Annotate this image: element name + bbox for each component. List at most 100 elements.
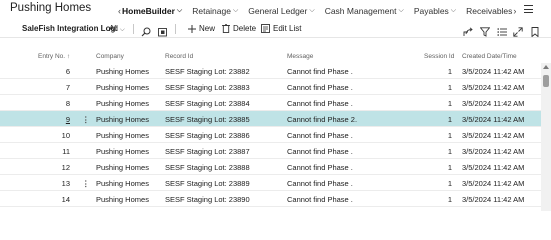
cell-record-id: SESF Staging Lot: 23888 [165, 163, 250, 172]
row-actions-icon[interactable]: ⋮ [82, 179, 90, 188]
cell-session-id: 1 [447, 99, 452, 108]
edit-list-button-label: Edit List [273, 24, 302, 33]
cell-company: Pushing Homes [96, 83, 149, 92]
table-row[interactable]: 14 Pushing Homes SESF Staging Lot: 23890 Ca… [0, 191, 541, 207]
edit-list-icon [261, 24, 270, 33]
cell-entry-no[interactable]: 13 [40, 179, 70, 188]
cell-entry-no[interactable]: 7 [40, 83, 70, 92]
cell-company: Pushing Homes [96, 131, 149, 140]
table-row[interactable]: 13 Pushing Homes SESF Staging Lot: 23889 Ca… [0, 175, 541, 191]
cell-company: Pushing Homes [96, 179, 149, 188]
cell-company: Pushing Homes [96, 163, 149, 172]
nav-item-homebuilder[interactable]: HomeBuilder ⌵ [122, 6, 182, 16]
share-page-icon[interactable] [158, 24, 168, 37]
cell-company: Pushing Homes [96, 147, 149, 156]
view-filter-select[interactable]: All ⌵ [109, 24, 125, 34]
nav-item-receivables[interactable]: Receivables › [466, 6, 516, 16]
cell-created-date-time: 3/5/2024 11:42 AM [462, 195, 525, 204]
nav-scroll-right-icon[interactable]: › [513, 6, 516, 16]
cell-record-id: SESF Staging Lot: 23884 [165, 99, 250, 108]
chevron-down-icon: ⌵ [119, 26, 125, 33]
cell-created-date-time: 3/5/2024 11:42 AM [462, 67, 525, 76]
scrollbar-thumb[interactable] [543, 75, 549, 87]
cell-created-date-time: 3/5/2024 11:42 AM [462, 99, 525, 108]
share-icon[interactable] [463, 24, 473, 36]
chevron-down-icon: ⌵ [309, 7, 315, 14]
table-row[interactable]: 8 Pushing Homes SESF Staging Lot: 23884 Can… [0, 95, 541, 111]
nav-item-payables[interactable]: Payables ⌵ [414, 6, 456, 16]
cell-entry-no[interactable]: 11 [40, 147, 70, 156]
cell-session-id: 1 [447, 147, 452, 156]
chevron-down-icon: ⌵ [232, 7, 239, 14]
cell-session-id: 1 [447, 115, 452, 124]
cell-message: Cannot find Phase . [287, 195, 353, 204]
table-row[interactable]: 12 Pushing Homes SESF Staging Lot: 23888 Ca… [0, 159, 541, 175]
hamburger-menu-icon[interactable] [524, 5, 533, 13]
cell-message: Cannot find Phase . [287, 179, 353, 188]
nav-item-label: Payables [413, 6, 449, 16]
filter-icon[interactable] [479, 24, 491, 37]
cell-record-id: SESF Staging Lot: 23886 [165, 131, 250, 140]
table-row[interactable]: 9 Pushing Homes SESF Staging Lot: 23885 Can… [0, 111, 541, 127]
cell-record-id: SESF Staging Lot: 23882 [165, 67, 250, 76]
page-toolbar: SaleFish Integration Log: All ⌵ New Delet… [0, 20, 551, 38]
cell-entry-no[interactable]: 10 [40, 131, 70, 140]
nav-item-cash-management[interactable]: Cash Management ⌵ [325, 6, 404, 16]
table-row[interactable]: 7 Pushing Homes SESF Staging Lot: 23883 Can… [0, 79, 541, 95]
cell-entry-no[interactable]: 12 [40, 163, 70, 172]
nav-item-label: Cash Management [324, 6, 397, 16]
cell-record-id: SESF Staging Lot: 23889 [165, 179, 250, 188]
cell-created-date-time: 3/5/2024 11:42 AM [462, 179, 525, 188]
bookmark-icon[interactable] [530, 24, 540, 38]
cell-session-id: 1 [447, 163, 452, 172]
cell-company: Pushing Homes [96, 115, 149, 124]
new-button[interactable]: New [188, 24, 215, 33]
nav-scroll-left-icon[interactable]: ‹ [118, 6, 121, 16]
cell-created-date-time: 3/5/2024 11:42 AM [462, 147, 525, 156]
cell-record-id: SESF Staging Lot: 23885 [165, 115, 250, 124]
page-caption: SaleFish Integration Log: [22, 24, 119, 33]
table-row[interactable]: 11 Pushing Homes SESF Staging Lot: 23887 Ca… [0, 143, 541, 159]
delete-button[interactable]: Delete [222, 24, 256, 33]
cell-message: Cannot find Phase . [287, 67, 353, 76]
row-actions-icon[interactable]: ⋮ [82, 115, 90, 124]
cell-entry-no[interactable]: 8 [40, 99, 70, 108]
search-icon[interactable] [141, 24, 151, 37]
table-row[interactable]: 6 Pushing Homes SESF Staging Lot: 23882 Can… [0, 63, 541, 79]
new-button-label: New [199, 24, 216, 33]
list-view-icon[interactable] [497, 24, 507, 36]
scroll-up-arrow-icon[interactable] [543, 65, 549, 69]
expand-icon[interactable] [513, 24, 523, 37]
table-row[interactable]: 10 Pushing Homes SESF Staging Lot: 23886 Ca… [0, 127, 541, 143]
cell-message: Cannot find Phase . [287, 99, 353, 108]
cell-created-date-time: 3/5/2024 11:42 AM [462, 163, 525, 172]
chevron-down-icon: ⌵ [398, 7, 404, 14]
nav-item-retainage[interactable]: Retainage ⌵ [192, 6, 238, 16]
cell-entry-no[interactable]: 6 [40, 67, 70, 76]
cell-created-date-time: 3/5/2024 11:42 AM [462, 83, 525, 92]
chevron-down-icon: ⌵ [176, 7, 183, 14]
cell-record-id: SESF Staging Lot: 23887 [165, 147, 250, 156]
top-navigation-bar: Pushing Homes ‹ HomeBuilder ⌵ Retainage … [0, 0, 551, 20]
view-filter-value: All [109, 24, 118, 33]
cell-message: Cannot find Phase . [287, 131, 353, 140]
delete-button-label: Delete [233, 24, 257, 33]
vertical-scrollbar[interactable] [541, 63, 551, 211]
cell-entry-no[interactable]: 14 [40, 195, 70, 204]
cell-company: Pushing Homes [96, 67, 149, 76]
cell-entry-no[interactable]: 9 [40, 115, 70, 124]
cell-session-id: 1 [447, 67, 452, 76]
trash-icon [222, 24, 230, 33]
plus-icon [188, 24, 196, 33]
nav-item-label: HomeBuilder [122, 6, 175, 16]
cell-session-id: 1 [447, 195, 452, 204]
toolbar-divider [175, 24, 176, 34]
cell-created-date-time: 3/5/2024 11:42 AM [462, 131, 525, 140]
cell-company: Pushing Homes [96, 99, 149, 108]
cell-record-id: SESF Staging Lot: 23883 [165, 83, 250, 92]
nav-item-label: Retainage [192, 6, 231, 16]
toolbar-divider [133, 24, 134, 34]
nav-item-general-ledger[interactable]: General Ledger ⌵ [248, 6, 314, 16]
edit-list-button[interactable]: Edit List [261, 24, 301, 33]
cell-session-id: 1 [447, 131, 452, 140]
